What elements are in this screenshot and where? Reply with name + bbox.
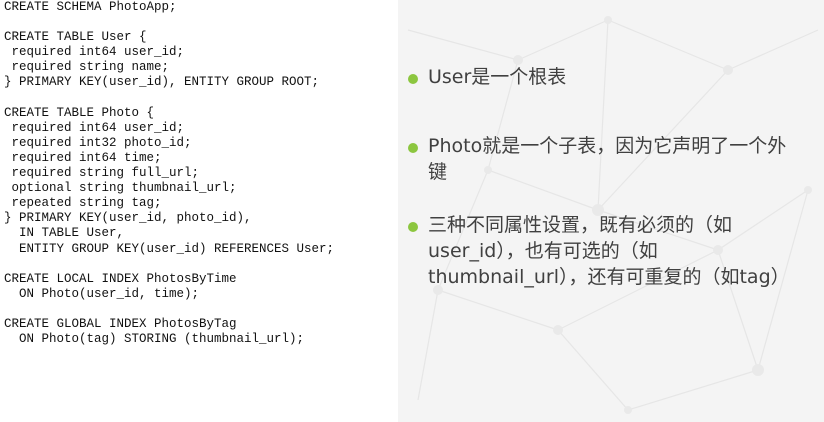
bullet-item: User是一个根表: [408, 64, 808, 90]
notes-panel: User是一个根表 Photo就是一个子表，因为它声明了一个外键 三种不同属性设…: [398, 0, 824, 422]
green-dot-icon: [408, 74, 418, 84]
code-line: CREATE TABLE Photo {: [4, 105, 155, 120]
code-line: CREATE LOCAL INDEX PhotosByTime: [4, 271, 237, 286]
code-line: repeated string tag;: [4, 196, 162, 211]
code-line: } PRIMARY KEY(user_id), ENTITY GROUP ROO…: [4, 75, 320, 90]
code-line: required string full_url;: [4, 166, 200, 181]
bullet-item: Photo就是一个子表，因为它声明了一个外键: [408, 133, 808, 185]
bullet-item: 三种不同属性设置，既有必须的（如user_id），也有可选的（如thumbnai…: [408, 212, 808, 290]
code-line: CREATE GLOBAL INDEX PhotosByTag: [4, 316, 237, 331]
bullet-text: 三种不同属性设置，既有必须的（如user_id），也有可选的（如thumbnai…: [428, 214, 790, 288]
green-dot-icon: [408, 222, 418, 232]
green-dot-icon: [408, 143, 418, 153]
code-line: optional string thumbnail_url;: [4, 181, 237, 196]
code-panel: CREATE SCHEMA PhotoApp; CREATE TABLE User…: [0, 0, 398, 422]
code-line: required int64 user_id;: [4, 45, 185, 60]
code-line: IN TABLE User,: [4, 226, 125, 241]
code-line: ON Photo(user_id, time);: [4, 286, 200, 301]
code-line: CREATE SCHEMA PhotoApp;: [4, 0, 177, 14]
code-line: required string name;: [4, 60, 170, 75]
bullet-text: Photo就是一个子表，因为它声明了一个外键: [428, 135, 787, 183]
code-line: required int64 time;: [4, 150, 162, 165]
bullet-text: User是一个根表: [428, 66, 567, 88]
code-line: } PRIMARY KEY(user_id, photo_id),: [4, 211, 252, 226]
code-line: ON Photo(tag) STORING (thumbnail_url);: [4, 332, 305, 347]
schema-code-block: CREATE SCHEMA PhotoApp; CREATE TABLE User…: [4, 0, 334, 347]
code-line: required int64 user_id;: [4, 120, 185, 135]
code-line: required int32 photo_id;: [4, 135, 192, 150]
code-line: CREATE TABLE User {: [4, 30, 147, 45]
code-line: ENTITY GROUP KEY(user_id) REFERENCES Use…: [4, 241, 335, 256]
